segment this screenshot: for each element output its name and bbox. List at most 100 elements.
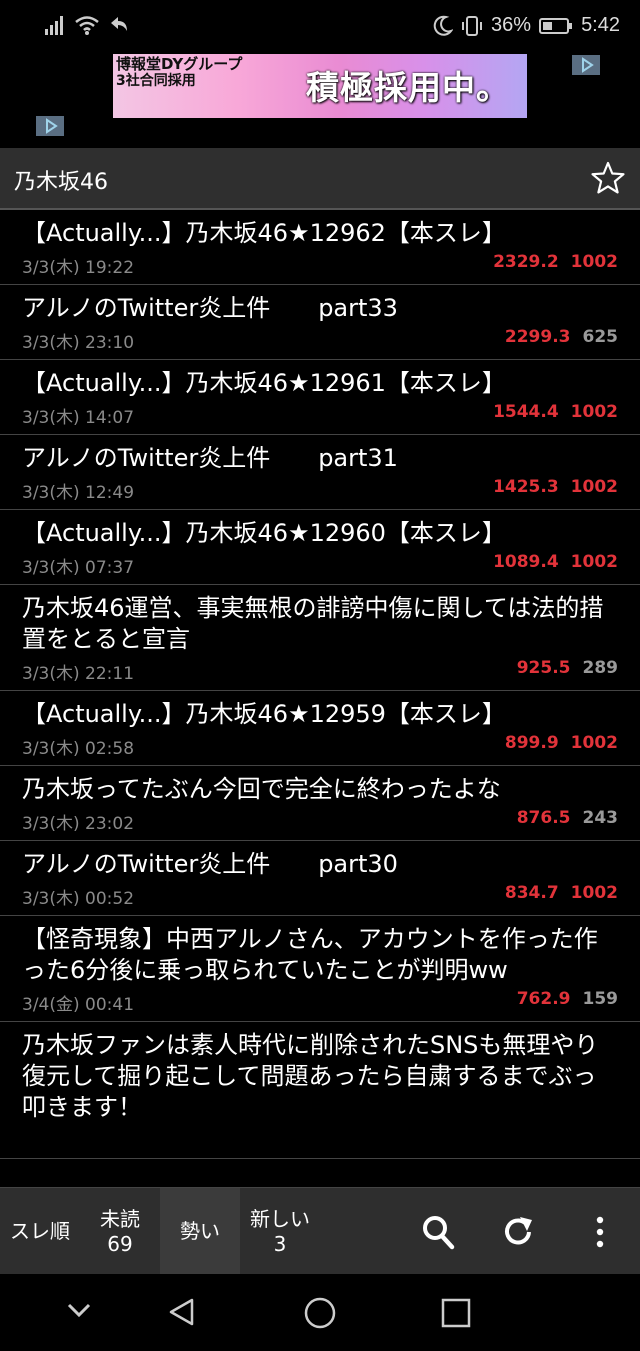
thread-stats: 1089.4 1002 (493, 552, 618, 572)
thread-ikioi: 899.9 (504, 733, 559, 753)
thread-row[interactable]: 【怪奇現象】中西アルノさん、アカウントを作った作った6分後に乗っ取られていたこと… (0, 916, 640, 1022)
thread-date: 3/3(木) 19:22 (22, 258, 135, 278)
thread-title: アルノのTwitter炎上件 part30 (22, 850, 398, 878)
thread-ikioi: 876.5 (516, 808, 571, 828)
thread-date: 3/3(木) 23:10 (22, 333, 135, 353)
thread-title: 乃木坂ってたぶん今回で完全に終わったよな (22, 775, 501, 803)
new-label: 新しい (250, 1206, 310, 1231)
sort-thread-order-button[interactable]: スレ順 (0, 1188, 80, 1275)
thread-res-count: 1002 (570, 733, 618, 753)
thread-meta: 3/3(木) 12:49 1425.3 1002 (22, 474, 618, 503)
hide-nav-icon[interactable] (64, 1300, 94, 1320)
ad-headline: 積極採用中。 (306, 68, 510, 107)
thread-date: 3/3(木) 12:49 (22, 483, 135, 503)
thread-res-count: 159 (582, 989, 619, 1009)
thread-list[interactable]: 【Actually...】乃木坂46★12962【本スレ】 3/3(木) 19:2… (0, 210, 640, 1187)
thread-meta: 3/3(木) 07:37 1089.4 1002 (22, 549, 618, 578)
thread-res-count: 243 (582, 808, 619, 828)
thread-stats: 762.9 159 (517, 989, 618, 1009)
more-vert-icon[interactable] (582, 1212, 618, 1252)
system-nav-bar (0, 1274, 640, 1351)
thread-title: アルノのTwitter炎上件 part33 (22, 294, 398, 322)
unread-label: 未読 (100, 1206, 140, 1231)
thread-row[interactable]: アルノのTwitter炎上件 part30 3/3(木) 00:52 834.7 10… (0, 841, 640, 916)
unread-button[interactable]: 未読 69 (80, 1188, 160, 1275)
thread-date: 3/3(木) 02:58 (22, 739, 135, 759)
signal-icon (45, 16, 63, 35)
ad-banner-area[interactable]: 博報堂DYグループ 3社合同採用 積極採用中。 (0, 52, 640, 148)
thread-date: 3/3(木) 00:52 (22, 889, 135, 909)
thread-date: 3/3(木) 22:11 (22, 664, 135, 684)
thread-ikioi: 2329.2 (493, 252, 559, 272)
adchoices-icon[interactable] (36, 116, 64, 136)
thread-meta: 3/3(木) 22:11 925.5 289 (22, 655, 619, 684)
wifi-icon (75, 16, 99, 35)
thread-title: 乃木坂46運営、事実無根の誹謗中傷に関しては法的措置をとると宣言 (22, 594, 604, 653)
thread-ikioi: 1544.4 (493, 402, 559, 422)
nav-home-icon[interactable] (303, 1296, 337, 1330)
star-icon[interactable] (590, 160, 626, 196)
board-header: 乃木坂46 (0, 148, 640, 210)
moon-icon (433, 15, 454, 36)
thread-title: 乃木坂ファンは素人時代に削除されたSNSも無理やり復元して掘り起こして問題あった… (22, 1031, 599, 1121)
thread-row[interactable]: アルノのTwitter炎上件 part33 3/3(木) 23:10 2299.3 6… (0, 285, 640, 360)
thread-res-count: 289 (582, 658, 619, 678)
thread-row[interactable]: 乃木坂46運営、事実無根の誹謗中傷に関しては法的措置をとると宣言 3/3(木) 2… (0, 585, 640, 691)
new-button[interactable]: 新しい 3 (240, 1188, 320, 1275)
search-icon[interactable] (420, 1212, 456, 1252)
refresh-icon[interactable] (501, 1212, 537, 1252)
thread-date: 3/3(木) 23:02 (22, 814, 135, 834)
clock: 5:42 (581, 14, 620, 36)
thread-row[interactable]: 乃木坂ファンは素人時代に削除されたSNSも無理やり復元して掘り起こして問題あった… (0, 1022, 640, 1159)
thread-date: 3/3(木) 07:37 (22, 558, 135, 578)
thread-title: 【Actually...】乃木坂46★12959【本スレ】 (22, 700, 506, 728)
thread-title: アルノのTwitter炎上件 part31 (22, 444, 398, 472)
thread-date: 3/4(金) 00:41 (22, 995, 135, 1015)
thread-stats: 899.9 1002 (505, 733, 618, 753)
thread-res-count: 1002 (570, 402, 618, 422)
thread-ikioi: 762.9 (516, 989, 571, 1009)
adchoices-icon[interactable] (572, 55, 600, 75)
thread-title: 【Actually...】乃木坂46★12961【本スレ】 (22, 369, 506, 397)
thread-ikioi: 834.7 (504, 883, 559, 903)
nav-recents-icon[interactable] (441, 1298, 471, 1328)
new-count: 3 (273, 1231, 287, 1256)
ad-banner[interactable]: 博報堂DYグループ 3社合同採用 積極採用中。 (113, 54, 527, 118)
thread-date: 3/3(木) 14:07 (22, 408, 135, 428)
thread-row[interactable]: 【Actually...】乃木坂46★12962【本スレ】 3/3(木) 19:2… (0, 210, 640, 285)
thread-stats: 1425.3 1002 (493, 477, 618, 497)
thread-meta: 3/3(木) 23:02 876.5 243 (22, 805, 618, 834)
thread-stats: 834.7 1002 (505, 883, 618, 903)
ad-line1: 博報堂DYグループ (116, 55, 243, 73)
thread-stats: 1544.4 1002 (493, 402, 618, 422)
thread-stats: 876.5 243 (517, 808, 618, 828)
bottom-toolbar: スレ順 未読 69 勢い 新しい 3 (0, 1187, 640, 1275)
thread-title: 【Actually...】乃木坂46★12962【本スレ】 (22, 219, 506, 247)
thread-meta: 3/3(木) 14:07 1544.4 1002 (22, 399, 618, 428)
thread-ikioi: 925.5 (516, 658, 571, 678)
thread-res-count: 1002 (570, 477, 618, 497)
battery-icon (539, 17, 573, 34)
thread-meta: 3/3(木) 23:10 2299.3 625 (22, 324, 618, 353)
thread-title: 【怪奇現象】中西アルノさん、アカウントを作った作った6分後に乗っ取られていたこと… (22, 925, 598, 984)
board-title: 乃木坂46 (14, 170, 108, 195)
sort-ikioi-label: 勢い (180, 1219, 220, 1243)
thread-res-count: 625 (582, 327, 619, 347)
thread-res-count: 1002 (570, 552, 618, 572)
status-bar: 36% 5:42 (0, 0, 640, 52)
sort-ikioi-button[interactable]: 勢い (160, 1188, 240, 1275)
thread-title: 【Actually...】乃木坂46★12960【本スレ】 (22, 519, 506, 547)
thread-meta (22, 1123, 618, 1151)
thread-stats: 2299.3 625 (505, 327, 618, 347)
thread-row[interactable]: 乃木坂ってたぶん今回で完全に終わったよな 3/3(木) 23:02 876.5 243 (0, 766, 640, 841)
thread-row[interactable]: 【Actually...】乃木坂46★12959【本スレ】 3/3(木) 02:5… (0, 691, 640, 766)
thread-ikioi: 2299.3 (504, 327, 571, 347)
vibrate-icon (462, 15, 483, 36)
thread-stats: 2329.2 1002 (493, 252, 618, 272)
thread-row[interactable]: 【Actually...】乃木坂46★12960【本スレ】 3/3(木) 07:3… (0, 510, 640, 585)
unread-count: 69 (107, 1231, 133, 1256)
thread-row[interactable]: アルノのTwitter炎上件 part31 3/3(木) 12:49 1425.3 1… (0, 435, 640, 510)
thread-row[interactable]: 【Actually...】乃木坂46★12961【本スレ】 3/3(木) 14:0… (0, 360, 640, 435)
ad-line2: 3社合同採用 (116, 73, 196, 89)
nav-back-icon[interactable] (166, 1296, 198, 1328)
